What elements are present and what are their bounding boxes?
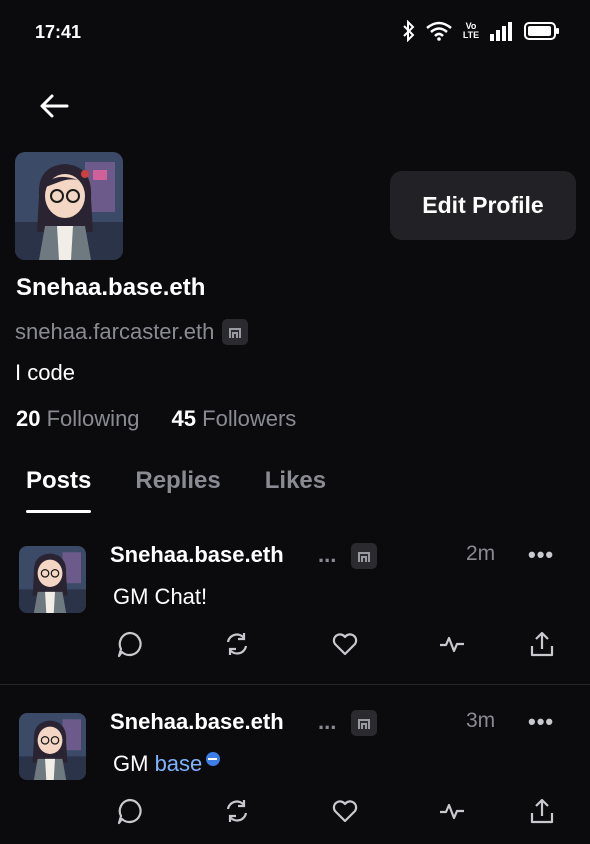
post-avatar[interactable] <box>19 546 86 613</box>
back-button[interactable] <box>36 88 72 124</box>
followers-label: Followers <box>202 406 297 431</box>
post-timestamp: 2m <box>466 542 496 565</box>
post-actions <box>0 793 590 833</box>
post-text: GM Chat! <box>113 584 207 610</box>
tab-likes[interactable]: Likes <box>265 467 326 513</box>
comment-icon <box>117 631 142 658</box>
farcaster-badge-icon <box>351 543 377 569</box>
signal-icon <box>490 22 512 41</box>
edit-profile-button[interactable]: Edit Profile <box>390 171 576 240</box>
post-text-body: GM Chat! <box>113 584 208 609</box>
base-logo-icon <box>206 752 221 766</box>
wifi-icon <box>426 21 452 41</box>
recast-button[interactable] <box>219 626 255 662</box>
post-avatar[interactable] <box>19 713 86 780</box>
divider <box>0 684 590 685</box>
following-label: Following <box>46 406 140 431</box>
status-time: 17:41 <box>35 22 82 42</box>
followers-count: 45 <box>171 406 197 431</box>
recast-icon <box>226 800 248 822</box>
post-text-body: GM <box>113 751 155 776</box>
followers-stat[interactable]: 45 Followers <box>172 406 297 432</box>
share-icon <box>530 798 554 824</box>
profile-bio: I code <box>15 360 75 385</box>
like-button[interactable] <box>327 793 363 829</box>
channel-mention-link[interactable]: base <box>155 751 203 776</box>
share-button[interactable] <box>524 793 560 829</box>
post-text: GM base <box>113 751 221 777</box>
more-options-icon[interactable]: ••• <box>528 709 554 735</box>
profile-tabs: Posts Replies Likes <box>26 467 326 513</box>
post-actions <box>0 626 590 666</box>
profile-stats: 20 Following 45 Followers <box>16 406 296 432</box>
heart-icon <box>332 633 358 656</box>
post-item[interactable]: Snehaa.base.eth ... 2m ••• GM Chat! <box>0 526 590 686</box>
following-stat[interactable]: 20 Following <box>16 406 140 432</box>
tab-posts[interactable]: Posts <box>26 467 92 513</box>
profile-avatar[interactable] <box>15 152 123 260</box>
farcaster-badge-icon <box>222 319 249 345</box>
post-item[interactable]: Snehaa.base.eth ... 3m ••• GM base <box>0 693 590 844</box>
profile-display-name: Snehaa.base.eth <box>16 274 206 301</box>
activity-button[interactable] <box>434 626 470 662</box>
activity-icon <box>440 803 464 820</box>
heart-icon <box>332 800 358 823</box>
profile-username: snehaa.farcaster.eth <box>15 319 215 344</box>
activity-button[interactable] <box>434 793 470 829</box>
share-button[interactable] <box>524 626 560 662</box>
post-author[interactable]: Snehaa.base.eth <box>110 542 284 568</box>
post-timestamp: 3m <box>466 709 496 732</box>
following-count: 20 <box>16 406 41 431</box>
post-author[interactable]: Snehaa.base.eth <box>110 709 284 735</box>
like-button[interactable] <box>327 626 363 662</box>
recast-icon <box>226 633 248 655</box>
comment-icon <box>117 798 142 825</box>
post-author-truncation: ... <box>318 709 337 734</box>
volte-indicator: Vo LTE <box>462 21 480 40</box>
username-row: snehaa.farcaster.eth <box>15 319 249 345</box>
reply-button[interactable] <box>112 793 148 829</box>
status-bar: 17:41 Vo LTE <box>0 0 590 70</box>
tab-replies[interactable]: Replies <box>135 467 220 513</box>
reply-button[interactable] <box>112 626 148 662</box>
status-icons: Vo LTE <box>402 20 560 42</box>
activity-icon <box>440 636 464 653</box>
battery-icon <box>524 22 559 40</box>
more-options-icon[interactable]: ••• <box>528 542 554 568</box>
recast-button[interactable] <box>219 793 255 829</box>
share-icon <box>530 631 554 657</box>
arrow-left-icon <box>40 94 69 118</box>
post-author-truncation: ... <box>318 542 337 567</box>
bluetooth-icon <box>403 20 415 42</box>
farcaster-badge-icon <box>351 710 377 736</box>
